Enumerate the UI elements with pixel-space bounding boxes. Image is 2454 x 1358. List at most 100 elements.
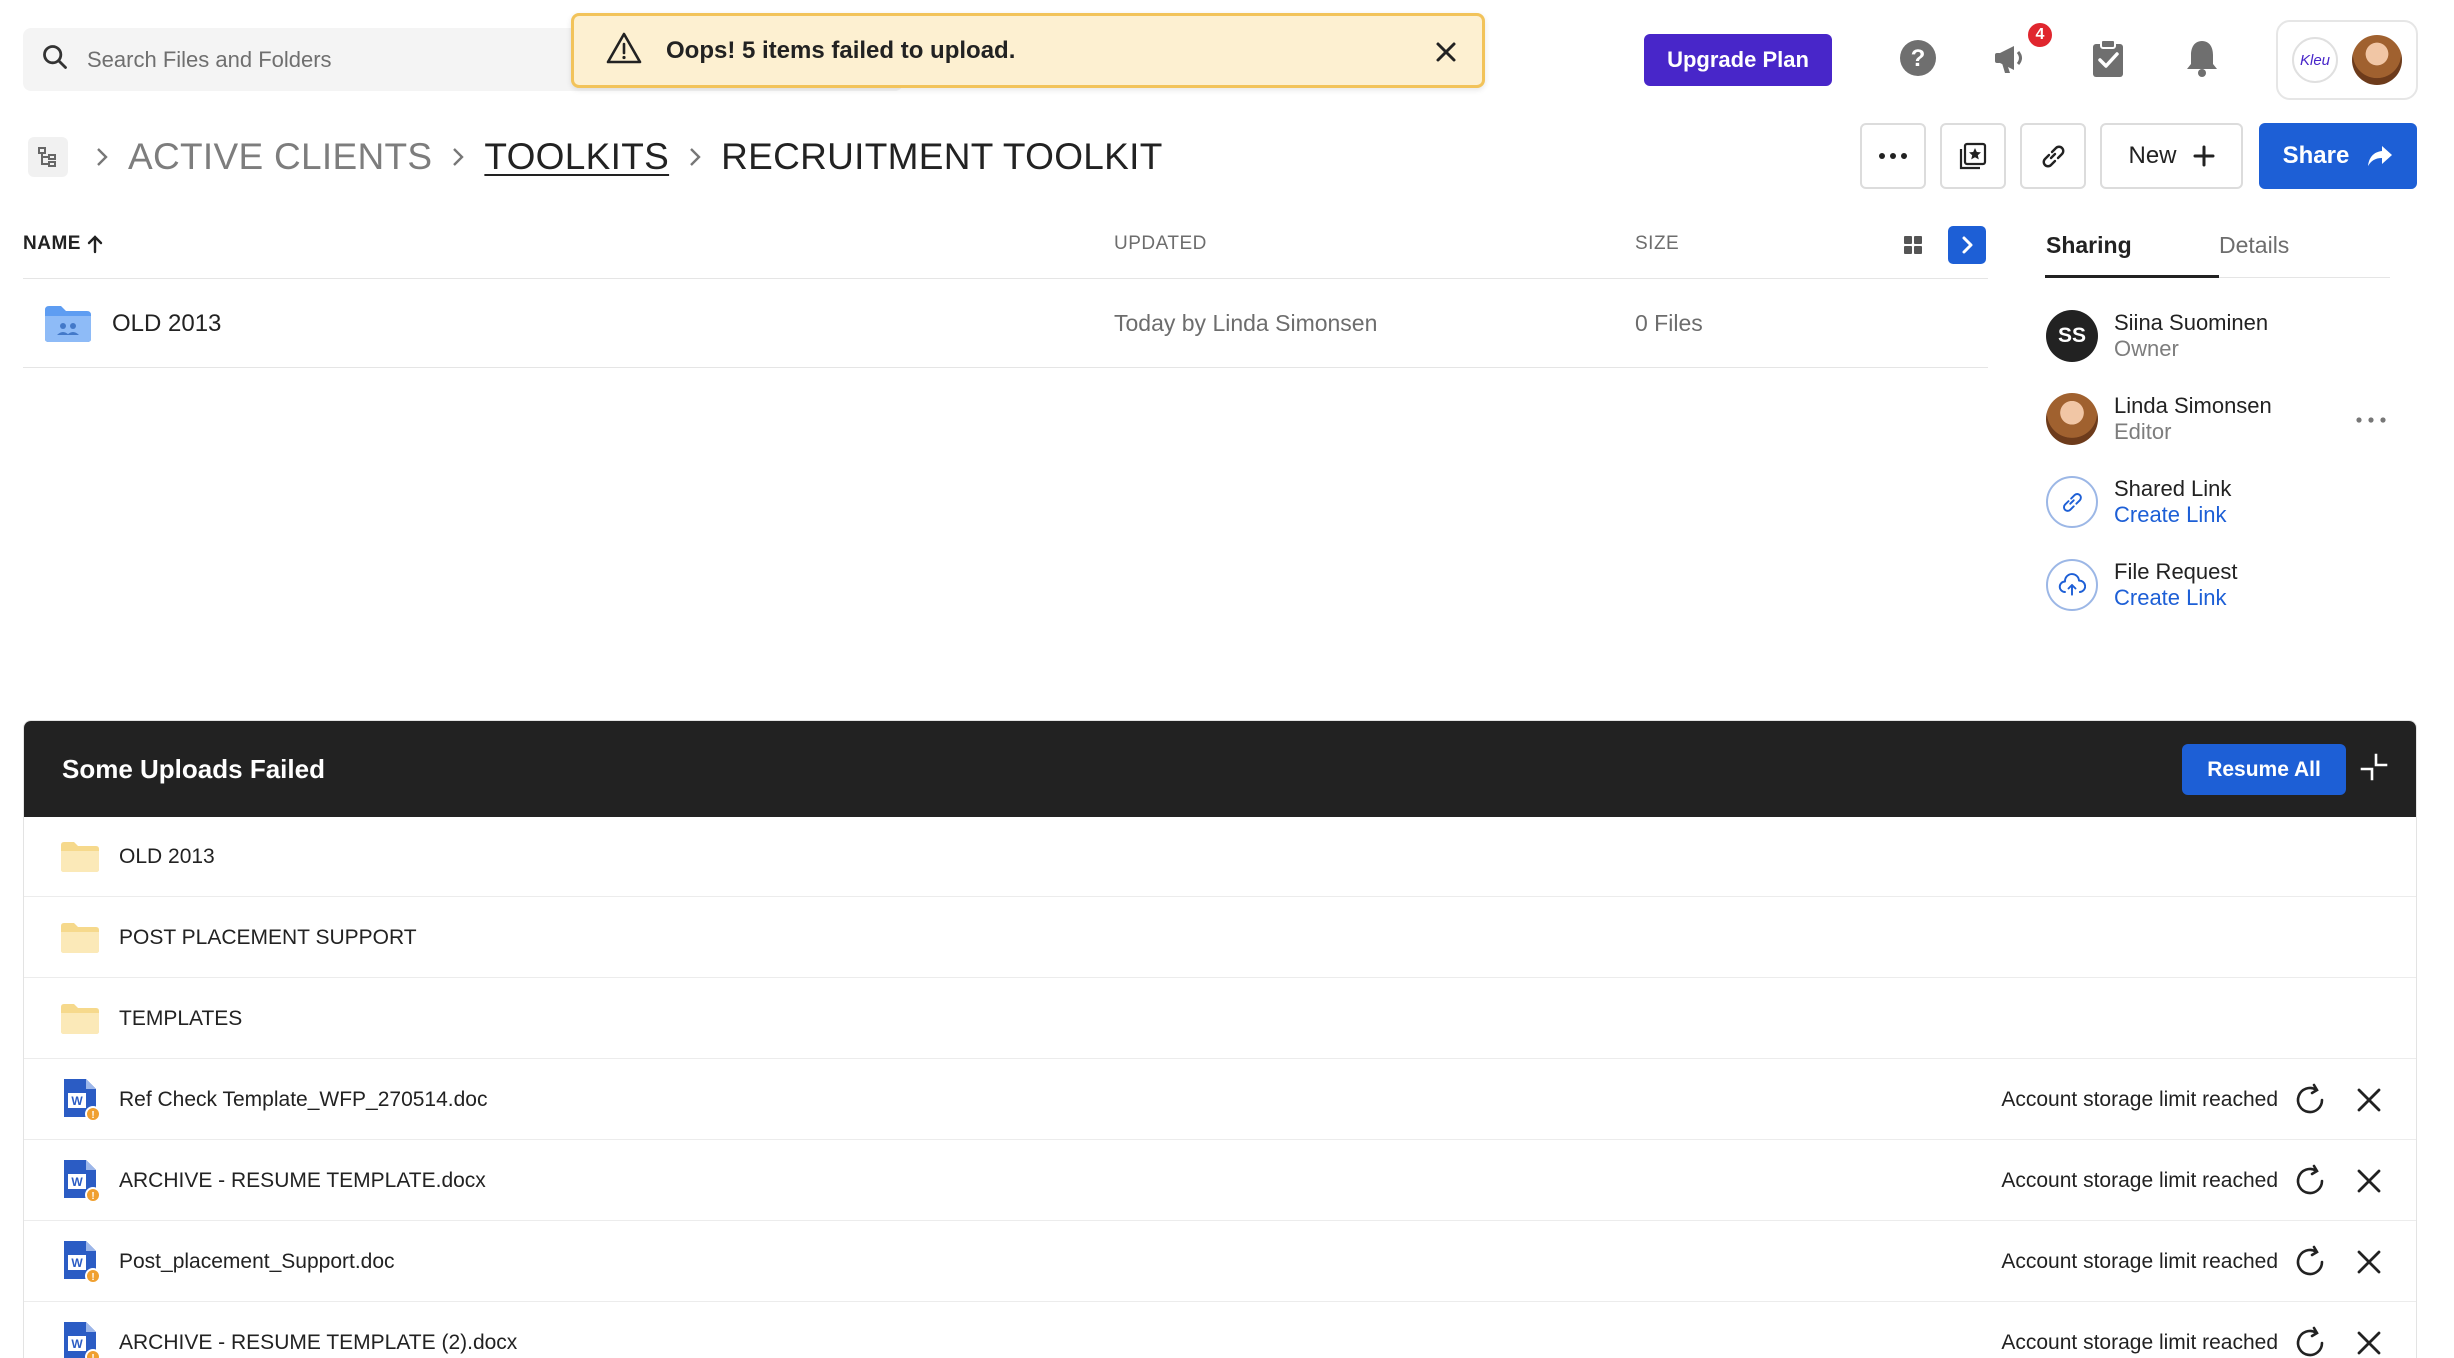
collaborator-owner: SS Siina Suominen Owner — [2046, 310, 2268, 362]
close-icon[interactable] — [2354, 1166, 2384, 1196]
upload-item-name: TEMPLATES — [119, 1006, 243, 1030]
retry-icon[interactable] — [2292, 1163, 2328, 1199]
word-document-error-icon: W! — [64, 1159, 101, 1203]
search-icon — [41, 43, 69, 76]
column-header-updated[interactable]: UPDATED — [1114, 233, 1207, 255]
upload-item: OLD 2013 — [24, 817, 2416, 897]
help-icon[interactable]: ? — [1898, 38, 1938, 78]
resume-all-button[interactable]: Resume All — [2182, 744, 2346, 795]
copy-link-button[interactable] — [2020, 123, 2086, 189]
word-document-error-icon: W! — [64, 1240, 101, 1284]
share-button[interactable]: Share — [2259, 123, 2417, 189]
uploads-panel-title: Some Uploads Failed — [62, 753, 325, 784]
breadcrumb-item-toolkits[interactable]: TOOLKITS — [484, 136, 669, 178]
more-options-button[interactable] — [1860, 123, 1926, 189]
table-header-divider — [23, 278, 1988, 279]
retry-icon[interactable] — [2292, 1325, 2328, 1358]
close-icon[interactable] — [2354, 1247, 2384, 1277]
svg-text:W: W — [71, 1175, 83, 1189]
chevron-right-icon — [690, 148, 701, 166]
collapse-panel-icon[interactable] — [2358, 751, 2390, 783]
new-button[interactable]: New — [2100, 123, 2243, 189]
file-request-section: File Request Create Link — [2046, 559, 2238, 611]
upload-item-name: POST PLACEMENT SUPPORT — [119, 925, 417, 949]
share-arrow-icon — [2368, 146, 2393, 166]
search-input[interactable] — [87, 46, 587, 73]
folder-icon — [61, 841, 99, 872]
close-icon[interactable] — [1432, 38, 1460, 66]
collaborator-role: Editor — [2114, 419, 2172, 444]
row-divider — [23, 367, 1988, 368]
collaborator-name: Linda Simonsen — [2114, 393, 2272, 418]
svg-text:!: ! — [91, 1353, 94, 1358]
breadcrumb-current-folder: RECRUITMENT TOOLKIT — [721, 136, 1163, 177]
upload-error-toast: Oops! 5 items failed to upload. — [571, 13, 1485, 88]
shared-link-section: Shared Link Create Link — [2046, 476, 2231, 528]
link-circle-icon — [2046, 476, 2098, 528]
more-dots-icon — [1879, 153, 1907, 159]
notification-count-badge: 4 — [2026, 21, 2054, 49]
svg-text:!: ! — [91, 1272, 94, 1283]
svg-text:?: ? — [1911, 45, 1926, 72]
folder-icon — [61, 1003, 99, 1034]
svg-text:!: ! — [91, 1191, 94, 1202]
active-tab-indicator — [2045, 275, 2219, 278]
share-button-label: Share — [2282, 142, 2350, 169]
account-menu[interactable]: Kleu — [2276, 20, 2418, 100]
breadcrumb: ACTIVE CLIENTS TOOLKITS RECRUITMENT TOOL… — [76, 132, 1163, 182]
collection-star-icon — [1959, 142, 1987, 170]
column-header-name[interactable]: NAME — [23, 233, 103, 255]
close-icon[interactable] — [2354, 1085, 2384, 1115]
folder-tree-icon[interactable] — [28, 137, 68, 177]
tasks-clipboard-icon[interactable] — [2088, 38, 2128, 78]
shared-link-title: Shared Link — [2114, 476, 2232, 501]
svg-text:W: W — [71, 1256, 83, 1270]
upload-item-name: Post_placement_Support.doc — [119, 1249, 395, 1273]
file-name[interactable]: OLD 2013 — [112, 310, 221, 338]
svg-text:!: ! — [91, 1110, 94, 1121]
column-header-size[interactable]: SIZE — [1635, 233, 1679, 255]
plus-icon — [2193, 145, 2214, 167]
breadcrumb-item-active-clients[interactable]: ACTIVE CLIENTS — [128, 136, 432, 178]
table-row[interactable]: OLD 2013 Today by Linda Simonsen 0 Files — [23, 280, 1988, 367]
upload-item: W! ARCHIVE - RESUME TEMPLATE.docx Accoun… — [24, 1141, 2416, 1221]
upload-error-status: Account storage limit reached — [2001, 1168, 2278, 1192]
retry-icon[interactable] — [2292, 1082, 2328, 1118]
create-file-request-link[interactable]: Create Link — [2114, 585, 2238, 611]
svg-text:W: W — [71, 1337, 83, 1351]
upload-item-name: OLD 2013 — [119, 844, 215, 868]
user-avatar — [2352, 35, 2402, 85]
upload-item-name: ARCHIVE - RESUME TEMPLATE (2).docx — [119, 1330, 518, 1354]
notifications-bell-icon[interactable] — [2182, 38, 2222, 78]
retry-icon[interactable] — [2292, 1244, 2328, 1280]
avatar — [2046, 393, 2098, 445]
upload-item-name: ARCHIVE - RESUME TEMPLATE.docx — [119, 1168, 486, 1192]
file-size: 0 Files — [1635, 310, 1703, 336]
chevron-right-icon — [97, 148, 108, 166]
word-document-error-icon: W! — [64, 1321, 101, 1358]
uploads-panel: Some Uploads Failed Resume All OLD 2013 … — [23, 720, 2417, 1358]
folder-icon — [61, 922, 99, 953]
collaborator-options-icon[interactable] — [2354, 410, 2388, 430]
close-icon[interactable] — [2354, 1328, 2384, 1358]
cloud-upload-icon — [2046, 559, 2098, 611]
file-updated: Today by Linda Simonsen — [1114, 310, 1378, 336]
upload-item-name: Ref Check Template_WFP_270514.doc — [119, 1087, 488, 1111]
new-button-label: New — [2128, 142, 2177, 169]
tab-sharing[interactable]: Sharing — [2046, 232, 2132, 259]
chevron-right-icon — [453, 148, 465, 166]
collaborator-role: Owner — [2114, 336, 2179, 361]
chevron-right-icon — [1962, 236, 1973, 254]
upload-error-status: Account storage limit reached — [2001, 1249, 2278, 1273]
grid-view-icon[interactable] — [1900, 232, 1926, 258]
company-logo: Kleu — [2292, 37, 2338, 83]
create-shared-link[interactable]: Create Link — [2114, 502, 2231, 528]
upgrade-plan-button[interactable]: Upgrade Plan — [1644, 34, 1832, 86]
upload-item: W! ARCHIVE - RESUME TEMPLATE (2).docx Ac… — [24, 1303, 2416, 1358]
upload-item: POST PLACEMENT SUPPORT — [24, 898, 2416, 978]
collections-button[interactable] — [1940, 123, 2006, 189]
announcements-icon[interactable] — [1992, 38, 2032, 78]
toast-message: Oops! 5 items failed to upload. — [666, 36, 1016, 64]
toggle-sidebar-button[interactable] — [1948, 226, 1986, 264]
tab-details[interactable]: Details — [2219, 232, 2289, 259]
